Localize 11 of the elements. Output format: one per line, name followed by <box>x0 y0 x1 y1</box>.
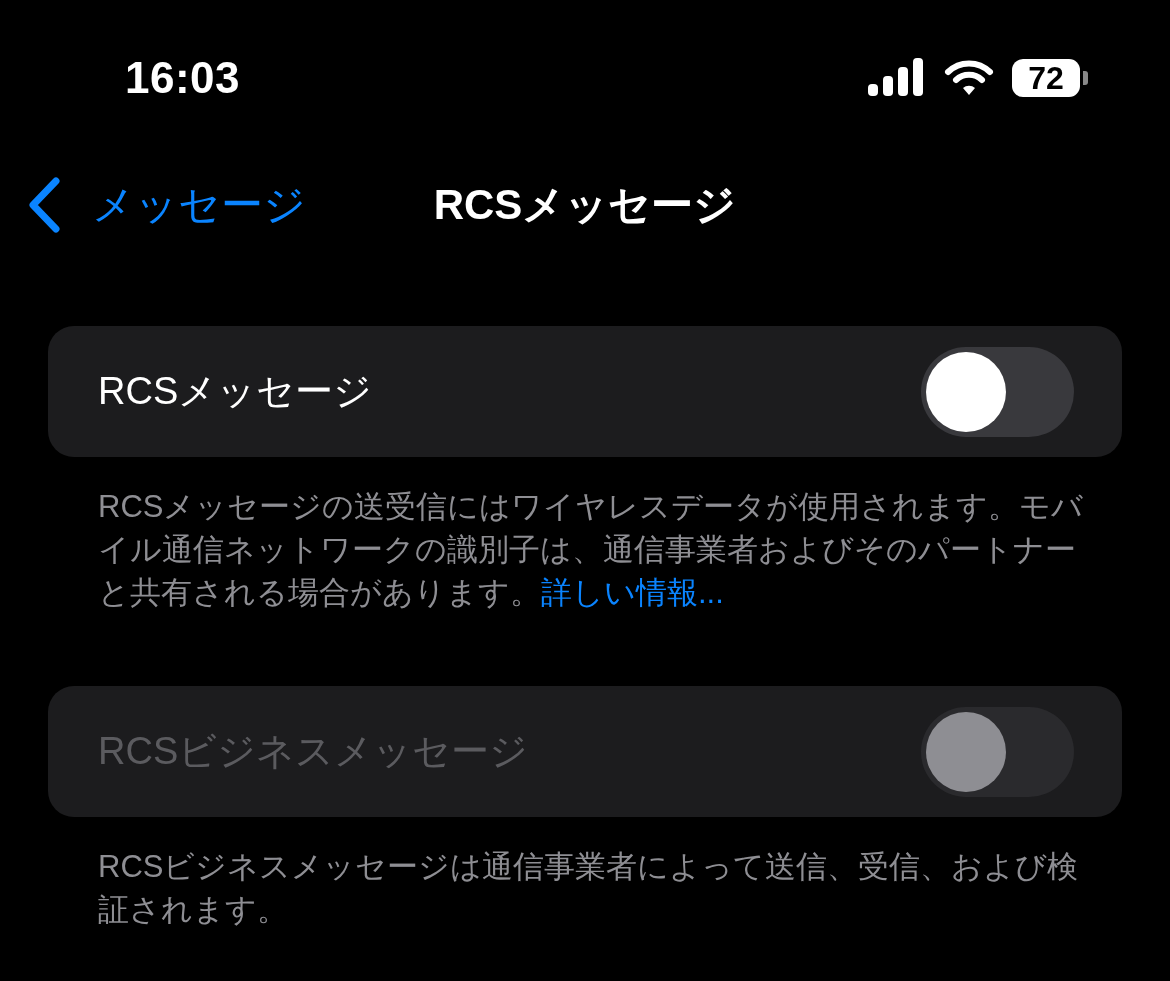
page-title: RCSメッセージ <box>433 180 737 230</box>
footer-note: RCSメッセージの送受信にはワイヤレスデータが使用されます。モバイル通信ネットワークの識別子は、通信事業者およびそのパートナーと共有される場合があります。詳しい情報... <box>98 488 1085 612</box>
back-button[interactable]: メッセージ <box>26 176 306 234</box>
setting-label: RCSビジネスメッセージ <box>98 729 529 774</box>
footer-note: RCSビジネスメッセージは通信事業者によって送信、受信、および検証されます。 <box>98 848 1080 929</box>
clock: 16:03 <box>125 53 241 103</box>
chevron-icon <box>26 176 62 234</box>
signal-icon <box>868 58 926 98</box>
setting-label: RCSメッセージ <box>98 369 373 414</box>
wifi-icon <box>944 59 994 97</box>
more-info-link[interactable]: 詳しい情報... <box>541 575 724 610</box>
